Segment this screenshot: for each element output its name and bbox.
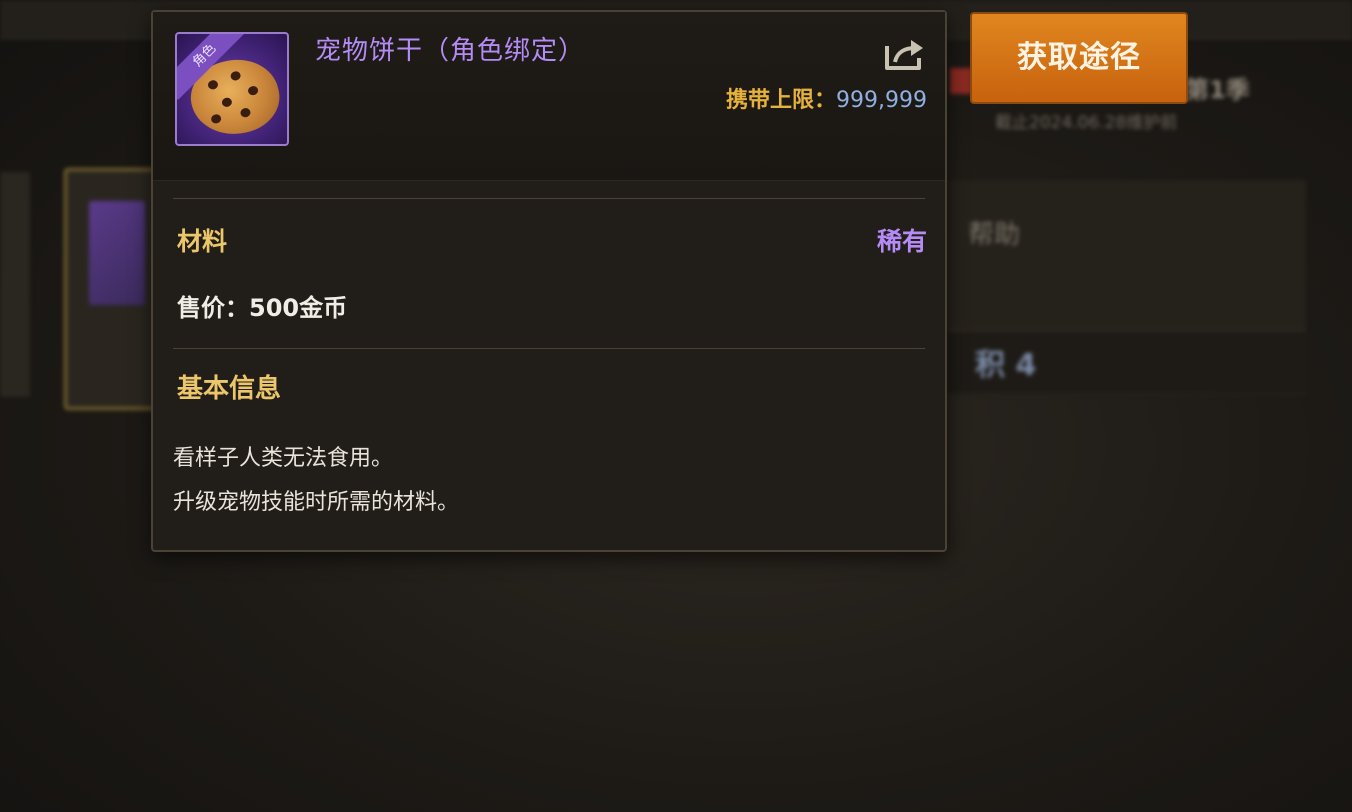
item-thumbnail-icon — [89, 201, 145, 305]
chip — [221, 96, 233, 108]
item-rarity: 稀有 — [876, 227, 927, 256]
get-source-button[interactable]: 获取途径 — [970, 12, 1188, 104]
carry-limit: 携带上限：999,999 — [726, 82, 927, 114]
description-line-2: 升级宠物技能时所需的材料。 — [173, 490, 460, 515]
basic-info-title: 基本信息 — [177, 374, 282, 404]
item-name: 宠物饼干（角色绑定） — [315, 36, 586, 66]
carry-limit-label: 携带上限： — [726, 88, 837, 113]
chip — [229, 70, 242, 82]
divider — [173, 198, 925, 199]
sell-price: 售价：500金币 — [177, 294, 348, 322]
item-tooltip: 角色 宠物饼干（角色绑定） 携带上限：999,999 材料 稀有 售价：500金… — [151, 10, 947, 552]
item-category: 材料 — [177, 227, 228, 256]
left-panel — [0, 172, 30, 397]
season-label: 第1季 — [1185, 76, 1250, 104]
event-tag-icon — [950, 68, 972, 94]
chip — [247, 85, 259, 97]
season-date: 截止2024.06.28维护前 — [995, 113, 1178, 133]
chip — [210, 113, 222, 125]
tooltip-header: 角色 宠物饼干（角色绑定） 携带上限：999,999 — [153, 12, 945, 181]
share-icon[interactable] — [883, 36, 927, 72]
pet-cookie-icon: 角色 — [175, 32, 289, 146]
chip — [207, 79, 219, 91]
chip — [239, 107, 252, 119]
help-label: 帮助 — [968, 220, 1021, 250]
count-label: 积 4 — [975, 348, 1037, 383]
divider — [173, 348, 925, 349]
carry-limit-value: 999,999 — [836, 88, 927, 113]
description-line-1: 看样子人类无法食用。 — [173, 446, 394, 471]
